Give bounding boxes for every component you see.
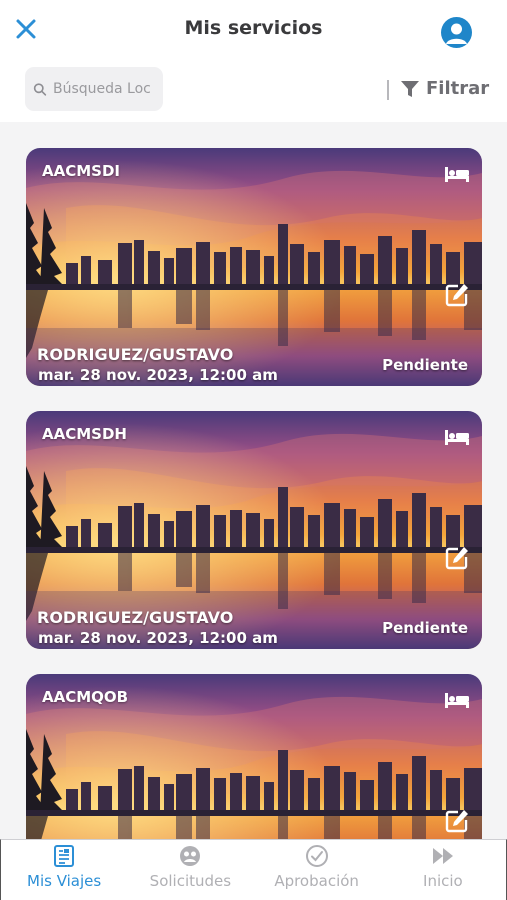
filter-label: Filtrar [426,78,490,99]
header: Mis servicios Filtrar [0,0,507,122]
bottom-nav: Mis Viajes Solicitudes Aprobación Inicio [0,839,507,900]
fast-forward-icon [432,848,453,864]
nav-item-solicitudes[interactable]: Solicitudes [127,840,253,900]
edit-icon[interactable] [444,808,470,834]
nav-item-inicio[interactable]: Inicio [380,840,506,900]
page-title: Mis servicios [184,17,323,39]
filter-button[interactable]: Filtrar [400,78,489,99]
service-date: mar. 28 nov. 2023, 12:00 am [38,629,278,647]
user-avatar-icon [446,23,467,44]
edit-icon[interactable] [444,545,470,571]
status-label: Pendiente [382,619,468,637]
profile-button[interactable] [441,17,472,48]
search-icon [33,82,47,96]
service-card[interactable]: AACMSDH RODRIGUEZ/GUSTAVO mar. 28 nov. 2… [26,411,482,649]
funnel-icon [401,80,419,97]
document-icon [54,845,75,867]
nav-label: Mis Viajes [27,872,102,890]
traveler-name: RODRIGUEZ/GUSTAVO [37,345,234,364]
booking-code: AACMSDH [42,425,127,443]
nav-label: Inicio [423,872,463,890]
search-field[interactable] [25,67,163,111]
nav-label: Aprobación [274,872,359,890]
service-date: mar. 28 nov. 2023, 12:00 am [38,366,278,384]
nav-item-aprobacion[interactable]: Aprobación [254,840,380,900]
requests-icon [180,846,201,866]
booking-code: AACMQOB [42,688,129,706]
nav-item-mis-viajes[interactable]: Mis Viajes [1,840,127,900]
search-input[interactable] [53,81,163,97]
status-label: Pendiente [382,356,468,374]
booking-code: AACMSDI [42,162,120,180]
screen: Mis servicios Filtrar AACMSDI [0,0,507,900]
traveler-name: RODRIGUEZ/GUSTAVO [37,608,234,627]
divider [387,80,389,100]
bed-icon [445,430,469,445]
nav-label: Solicitudes [149,872,232,890]
edit-icon[interactable] [444,282,470,308]
approval-icon [305,845,328,867]
bed-icon [445,693,469,708]
bed-icon [445,167,469,182]
service-card[interactable]: AACMSDI RODRIGUEZ/GUSTAVO mar. 28 nov. 2… [26,148,482,386]
